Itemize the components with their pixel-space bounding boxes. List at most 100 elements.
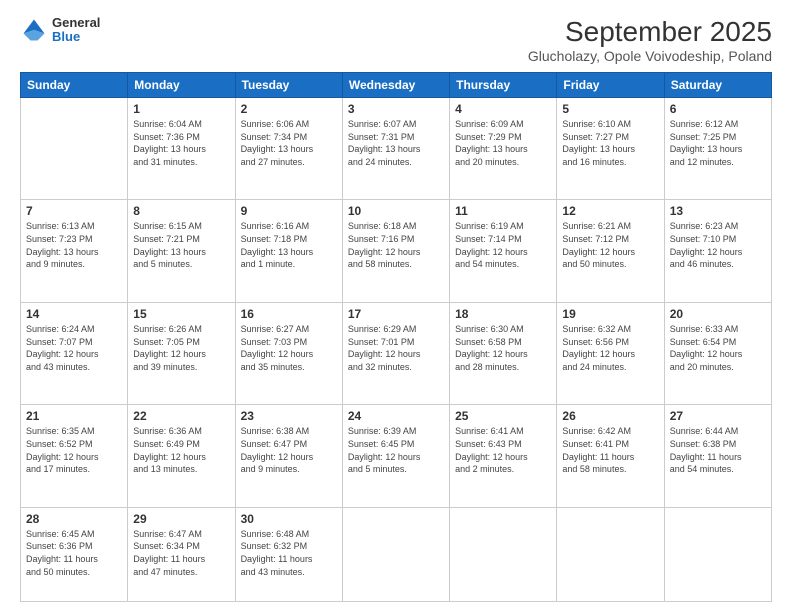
calendar-cell: 10 Sunrise: 6:18 AM Sunset: 7:16 PM Dayli… [342,200,449,302]
day-number: 18 [455,307,551,321]
calendar-cell: 24Sunrise: 6:39 AM Sunset: 6:45 PM Dayli… [342,405,449,507]
calendar-cell: 8 Sunrise: 6:15 AM Sunset: 7:21 PM Daylig… [128,200,235,302]
day-info: Sunrise: 6:38 AM Sunset: 6:47 PM Dayligh… [241,425,337,475]
day-info: Sunrise: 6:13 AM Sunset: 7:23 PM Dayligh… [26,220,122,270]
calendar-cell: 25 Sunrise: 6:41 AM Sunset: 6:43 PM Dayli… [450,405,557,507]
calendar-cell: 21Sunrise: 6:35 AM Sunset: 6:52 PM Dayli… [21,405,128,507]
calendar-cell: 9 Sunrise: 6:16 AM Sunset: 7:18 PM Daylig… [235,200,342,302]
day-info: Sunrise: 6:41 AM Sunset: 6:43 PM Dayligh… [455,425,551,475]
day-info: Sunrise: 6:15 AM Sunset: 7:21 PM Dayligh… [133,220,229,270]
day-info: Sunrise: 6:18 AM Sunset: 7:16 PM Dayligh… [348,220,444,270]
day-info: Sunrise: 6:30 AM Sunset: 6:58 PM Dayligh… [455,323,551,373]
calendar-cell: 30 Sunrise: 6:48 AM Sunset: 6:32 PM Dayli… [235,507,342,601]
day-info: Sunrise: 6:24 AM Sunset: 7:07 PM Dayligh… [26,323,122,373]
day-number: 28 [26,512,122,526]
day-info: Sunrise: 6:16 AM Sunset: 7:18 PM Dayligh… [241,220,337,270]
day-info: Sunrise: 6:33 AM Sunset: 6:54 PM Dayligh… [670,323,766,373]
day-number: 1 [133,102,229,116]
day-info: Sunrise: 6:06 AM Sunset: 7:34 PM Dayligh… [241,118,337,168]
day-info: Sunrise: 6:07 AM Sunset: 7:31 PM Dayligh… [348,118,444,168]
calendar-cell [342,507,449,601]
calendar-cell [557,507,664,601]
day-number: 23 [241,409,337,423]
day-number: 24 [348,409,444,423]
day-info: Sunrise: 6:10 AM Sunset: 7:27 PM Dayligh… [562,118,658,168]
calendar-cell: 29Sunrise: 6:47 AM Sunset: 6:34 PM Dayli… [128,507,235,601]
calendar-week-row: 21Sunrise: 6:35 AM Sunset: 6:52 PM Dayli… [21,405,772,507]
day-info: Sunrise: 6:35 AM Sunset: 6:52 PM Dayligh… [26,425,122,475]
calendar-cell: 20 Sunrise: 6:33 AM Sunset: 6:54 PM Dayli… [664,302,771,404]
calendar-week-row: 7Sunrise: 6:13 AM Sunset: 7:23 PM Daylig… [21,200,772,302]
weekday-header: Monday [128,73,235,98]
main-title: September 2025 [528,16,772,48]
calendar-cell: 5 Sunrise: 6:10 AM Sunset: 7:27 PM Daylig… [557,98,664,200]
day-number: 16 [241,307,337,321]
day-number: 17 [348,307,444,321]
day-number: 12 [562,204,658,218]
day-number: 3 [348,102,444,116]
day-number: 8 [133,204,229,218]
day-info: Sunrise: 6:36 AM Sunset: 6:49 PM Dayligh… [133,425,229,475]
weekday-header-row: SundayMondayTuesdayWednesdayThursdayFrid… [21,73,772,98]
day-number: 9 [241,204,337,218]
calendar-cell: 14 Sunrise: 6:24 AM Sunset: 7:07 PM Dayli… [21,302,128,404]
day-info: Sunrise: 6:29 AM Sunset: 7:01 PM Dayligh… [348,323,444,373]
weekday-header: Tuesday [235,73,342,98]
calendar-week-row: 28 Sunrise: 6:45 AM Sunset: 6:36 PM Dayli… [21,507,772,601]
calendar-cell [450,507,557,601]
calendar-cell: 22 Sunrise: 6:36 AM Sunset: 6:49 PM Dayli… [128,405,235,507]
day-info: Sunrise: 6:48 AM Sunset: 6:32 PM Dayligh… [241,528,337,578]
day-number: 6 [670,102,766,116]
weekday-header: Thursday [450,73,557,98]
title-block: September 2025 Glucholazy, Opole Voivode… [528,16,772,64]
day-number: 19 [562,307,658,321]
calendar-cell [664,507,771,601]
day-info: Sunrise: 6:12 AM Sunset: 7:25 PM Dayligh… [670,118,766,168]
calendar-cell: 17 Sunrise: 6:29 AM Sunset: 7:01 PM Dayli… [342,302,449,404]
calendar-cell: 15Sunrise: 6:26 AM Sunset: 7:05 PM Dayli… [128,302,235,404]
day-info: Sunrise: 6:42 AM Sunset: 6:41 PM Dayligh… [562,425,658,475]
calendar-week-row: 1 Sunrise: 6:04 AM Sunset: 7:36 PM Daylig… [21,98,772,200]
day-number: 15 [133,307,229,321]
calendar-cell: 2 Sunrise: 6:06 AM Sunset: 7:34 PM Daylig… [235,98,342,200]
day-number: 2 [241,102,337,116]
calendar-cell: 13 Sunrise: 6:23 AM Sunset: 7:10 PM Dayli… [664,200,771,302]
day-info: Sunrise: 6:04 AM Sunset: 7:36 PM Dayligh… [133,118,229,168]
day-info: Sunrise: 6:27 AM Sunset: 7:03 PM Dayligh… [241,323,337,373]
day-number: 14 [26,307,122,321]
subtitle: Glucholazy, Opole Voivodeship, Poland [528,48,772,64]
day-info: Sunrise: 6:47 AM Sunset: 6:34 PM Dayligh… [133,528,229,578]
weekday-header: Wednesday [342,73,449,98]
calendar-cell: 28 Sunrise: 6:45 AM Sunset: 6:36 PM Dayli… [21,507,128,601]
day-info: Sunrise: 6:23 AM Sunset: 7:10 PM Dayligh… [670,220,766,270]
calendar-cell: 19Sunrise: 6:32 AM Sunset: 6:56 PM Dayli… [557,302,664,404]
calendar-cell [21,98,128,200]
logo-general: General [52,16,100,30]
day-number: 25 [455,409,551,423]
calendar-cell: 27 Sunrise: 6:44 AM Sunset: 6:38 PM Dayli… [664,405,771,507]
day-number: 30 [241,512,337,526]
calendar-cell: 18 Sunrise: 6:30 AM Sunset: 6:58 PM Dayli… [450,302,557,404]
day-info: Sunrise: 6:45 AM Sunset: 6:36 PM Dayligh… [26,528,122,578]
logo: General Blue [20,16,100,45]
logo-icon [20,16,48,44]
day-number: 26 [562,409,658,423]
day-number: 11 [455,204,551,218]
day-number: 10 [348,204,444,218]
calendar-cell: 16 Sunrise: 6:27 AM Sunset: 7:03 PM Dayli… [235,302,342,404]
page: General Blue September 2025 Glucholazy, … [0,0,792,612]
day-number: 27 [670,409,766,423]
calendar-cell: 7Sunrise: 6:13 AM Sunset: 7:23 PM Daylig… [21,200,128,302]
calendar-cell: 1 Sunrise: 6:04 AM Sunset: 7:36 PM Daylig… [128,98,235,200]
weekday-header: Friday [557,73,664,98]
calendar-cell: 12 Sunrise: 6:21 AM Sunset: 7:12 PM Dayli… [557,200,664,302]
day-info: Sunrise: 6:21 AM Sunset: 7:12 PM Dayligh… [562,220,658,270]
day-number: 22 [133,409,229,423]
day-info: Sunrise: 6:09 AM Sunset: 7:29 PM Dayligh… [455,118,551,168]
calendar-cell: 6 Sunrise: 6:12 AM Sunset: 7:25 PM Daylig… [664,98,771,200]
day-info: Sunrise: 6:44 AM Sunset: 6:38 PM Dayligh… [670,425,766,475]
calendar-cell: 11Sunrise: 6:19 AM Sunset: 7:14 PM Dayli… [450,200,557,302]
day-number: 20 [670,307,766,321]
day-number: 13 [670,204,766,218]
day-number: 5 [562,102,658,116]
